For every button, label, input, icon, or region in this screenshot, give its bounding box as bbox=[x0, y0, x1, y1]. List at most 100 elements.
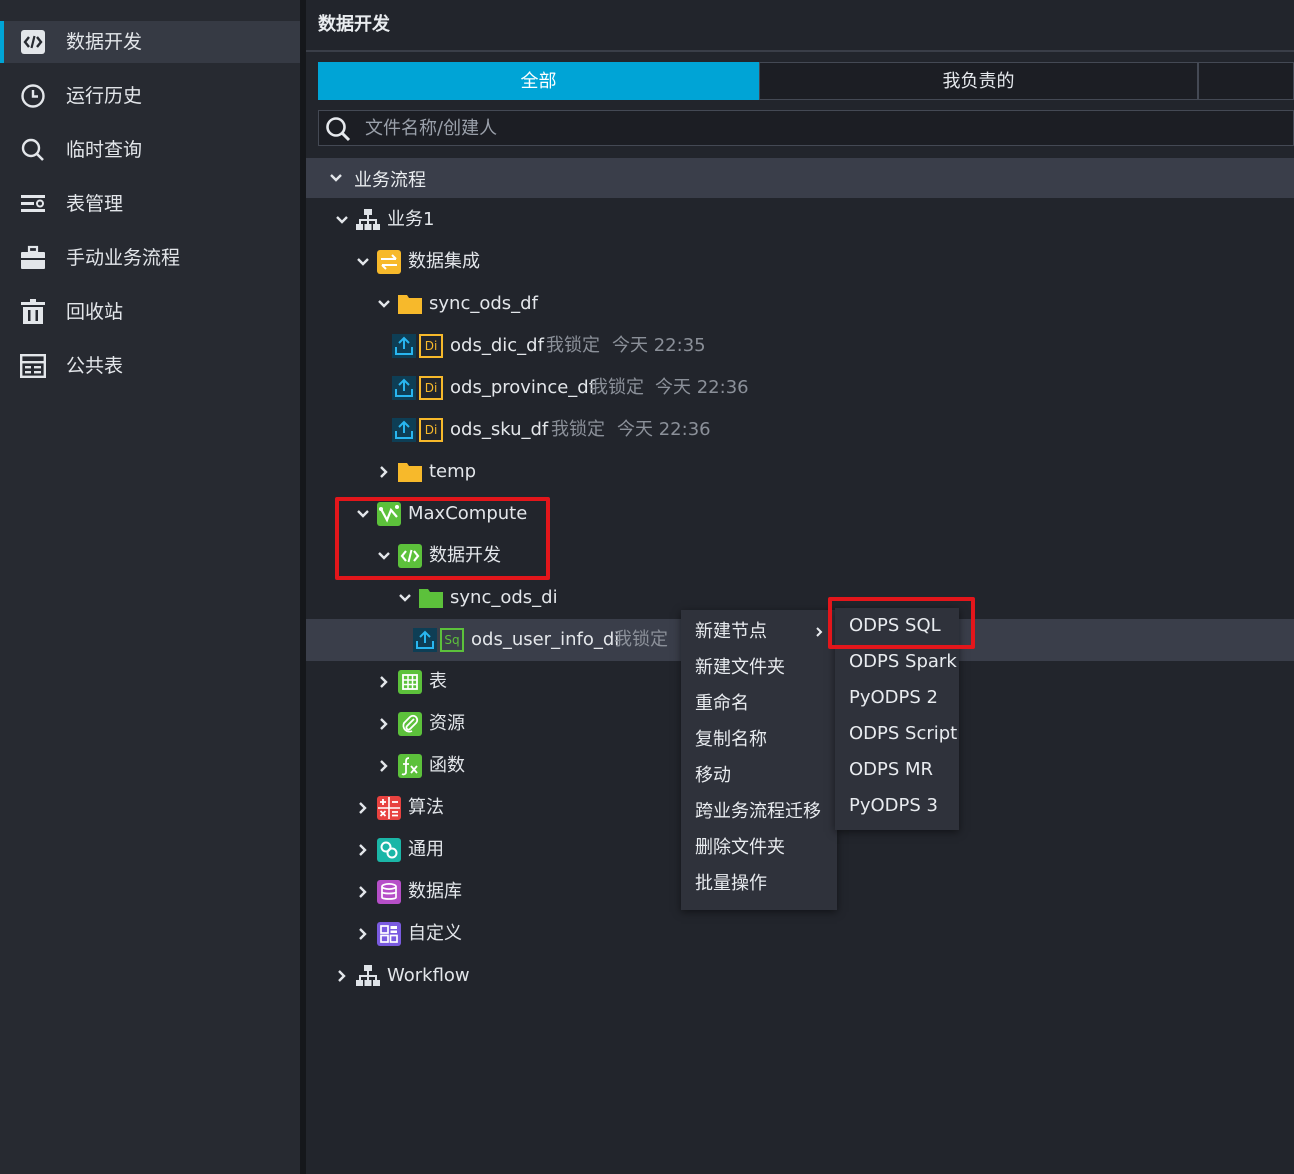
context-menu: 新建节点 新建文件夹 重命名 复制名称 移动 跨业务流程迁移 删除文件夹 批量操… bbox=[681, 610, 837, 910]
folder-icon bbox=[419, 589, 443, 608]
chevron-right-icon bbox=[380, 676, 388, 688]
tree-label: 自定义 bbox=[408, 923, 462, 944]
function-icon bbox=[398, 754, 422, 778]
submitted-icon bbox=[413, 628, 437, 652]
link-icon bbox=[377, 838, 401, 862]
tree-label: 数据集成 bbox=[408, 251, 480, 272]
table-icon bbox=[398, 670, 422, 694]
tree-label: 通用 bbox=[408, 839, 444, 860]
sql-node-icon: Sq bbox=[440, 628, 464, 652]
sidebar-item-adhoc-query[interactable]: 临时查询 bbox=[0, 129, 300, 171]
node-name: ods_dic_df bbox=[450, 335, 544, 356]
chevron-right-icon bbox=[380, 760, 388, 772]
tree-label: 表 bbox=[429, 671, 447, 692]
tree-node-biz1[interactable]: 业务1 bbox=[306, 199, 1294, 241]
submenu-item-pyodps-2[interactable]: PyODPS 2 bbox=[835, 680, 959, 716]
submenu-item-odps-mr[interactable]: ODPS MR bbox=[835, 752, 959, 788]
chevron-down-icon bbox=[378, 300, 390, 308]
custom-grid-icon bbox=[377, 922, 401, 946]
tree-node-ods-sku-df[interactable]: Di ods_sku_df 我锁定 今天 22:36 bbox=[306, 409, 1294, 451]
tree-node-custom[interactable]: 自定义 bbox=[306, 913, 1294, 955]
submenu-item-odps-spark[interactable]: ODPS Spark bbox=[835, 644, 959, 680]
sidebar-item-public-table[interactable]: 公共表 bbox=[0, 345, 300, 387]
tab-mine[interactable]: 我负责的 bbox=[759, 62, 1198, 100]
folder-icon bbox=[398, 295, 422, 314]
menu-item-cross-flow-migrate[interactable]: 跨业务流程迁移 bbox=[681, 794, 837, 830]
di-node-icon: Di bbox=[419, 334, 443, 358]
tab-more[interactable] bbox=[1198, 62, 1294, 100]
tree-node-ods-dic-df[interactable]: Di ods_dic_df 我锁定 今天 22:35 bbox=[306, 325, 1294, 367]
node-name: ods_user_info_di bbox=[471, 629, 620, 650]
tree-folder-temp[interactable]: temp bbox=[306, 451, 1294, 493]
menu-item-new-node[interactable]: 新建节点 bbox=[681, 614, 837, 650]
sidebar-item-label: 临时查询 bbox=[66, 139, 143, 161]
tree-folder-sync-ods-df[interactable]: sync_ods_df bbox=[306, 283, 1294, 325]
tab-all[interactable]: 全部 bbox=[318, 62, 759, 100]
section-business-flow[interactable]: 业务流程 bbox=[306, 158, 1294, 198]
section-label: 业务流程 bbox=[354, 170, 426, 191]
timestamp: 今天 22:35 bbox=[612, 335, 706, 356]
chevron-down-icon bbox=[336, 216, 348, 224]
trash-icon bbox=[21, 299, 45, 324]
tree-label: 算法 bbox=[408, 797, 444, 818]
workflow-icon bbox=[356, 209, 380, 230]
chevron-right-icon bbox=[380, 466, 388, 478]
sidebar-item-table-manage[interactable]: 表管理 bbox=[0, 183, 300, 225]
node-name: ods_sku_df bbox=[450, 419, 549, 440]
menu-item-move[interactable]: 移动 bbox=[681, 758, 837, 794]
menu-item-copy-name[interactable]: 复制名称 bbox=[681, 722, 837, 758]
submitted-icon bbox=[392, 418, 416, 442]
calculator-icon bbox=[377, 796, 401, 820]
search-input[interactable] bbox=[365, 111, 1265, 145]
sidebar-item-run-history[interactable]: 运行历史 bbox=[0, 75, 300, 117]
briefcase-icon bbox=[21, 245, 45, 269]
sidebar-item-manual-flow[interactable]: 手动业务流程 bbox=[0, 237, 300, 279]
submitted-icon bbox=[392, 334, 416, 358]
chevron-right-icon bbox=[359, 928, 367, 940]
folder-icon bbox=[398, 463, 422, 482]
search-box bbox=[318, 110, 1294, 146]
workflow-icon bbox=[356, 965, 380, 986]
menu-item-new-folder[interactable]: 新建文件夹 bbox=[681, 650, 837, 686]
paperclip-icon bbox=[398, 712, 422, 736]
chevron-down-icon bbox=[357, 258, 369, 266]
sidebar-item-data-dev[interactable]: 数据开发 bbox=[0, 21, 300, 63]
left-sidebar: 数据开发 运行历史 临时查询 表管理 手动业务流程 回收站 公共表 bbox=[0, 0, 300, 1174]
chevron-right-icon bbox=[359, 844, 367, 856]
tree-label: 数据库 bbox=[408, 881, 462, 902]
di-node-icon: Di bbox=[419, 376, 443, 400]
code-icon bbox=[21, 30, 45, 54]
table-manage-icon bbox=[21, 195, 45, 212]
sidebar-item-label: 表管理 bbox=[66, 193, 124, 215]
search-icon bbox=[326, 117, 351, 142]
data-dev-panel: 数据开发 全部 我负责的 业务流程 业务1 数据集成 sync_ods_df D… bbox=[306, 0, 1294, 1174]
submenu-item-pyodps-3[interactable]: PyODPS 3 bbox=[835, 788, 959, 824]
data-integration-icon bbox=[377, 250, 401, 274]
chevron-right-icon bbox=[359, 886, 367, 898]
tree-node-ods-province-df[interactable]: Di ods_province_df 我锁定 今天 22:36 bbox=[306, 367, 1294, 409]
menu-item-label: 新建节点 bbox=[695, 621, 767, 642]
title-divider bbox=[306, 50, 1294, 52]
node-name: ods_province_df bbox=[450, 377, 596, 398]
filter-tabs: 全部 我负责的 bbox=[318, 62, 1294, 100]
chevron-down-icon bbox=[399, 594, 411, 602]
public-table-icon bbox=[20, 354, 46, 379]
sidebar-item-label: 公共表 bbox=[66, 355, 124, 377]
chevron-right-icon bbox=[816, 627, 823, 637]
lock-status: 我锁定 bbox=[546, 335, 600, 356]
timestamp: 今天 22:36 bbox=[617, 419, 711, 440]
tree-label: temp bbox=[429, 461, 477, 482]
lock-status: 我锁定 bbox=[551, 419, 605, 440]
annotation-highlight-box bbox=[335, 497, 550, 580]
tree-node-data-integration[interactable]: 数据集成 bbox=[306, 241, 1294, 283]
menu-item-batch-ops[interactable]: 批量操作 bbox=[681, 866, 837, 902]
menu-item-rename[interactable]: 重命名 bbox=[681, 686, 837, 722]
sidebar-item-label: 回收站 bbox=[66, 301, 124, 323]
lock-status: 我锁定 bbox=[614, 629, 668, 650]
chevron-down-icon bbox=[330, 174, 342, 182]
tree-node-workflow[interactable]: Workflow bbox=[306, 955, 1294, 997]
tree-label: sync_ods_di bbox=[450, 587, 558, 608]
menu-item-delete-folder[interactable]: 删除文件夹 bbox=[681, 830, 837, 866]
sidebar-item-recycle-bin[interactable]: 回收站 bbox=[0, 291, 300, 333]
submenu-item-odps-script[interactable]: ODPS Script bbox=[835, 716, 959, 752]
